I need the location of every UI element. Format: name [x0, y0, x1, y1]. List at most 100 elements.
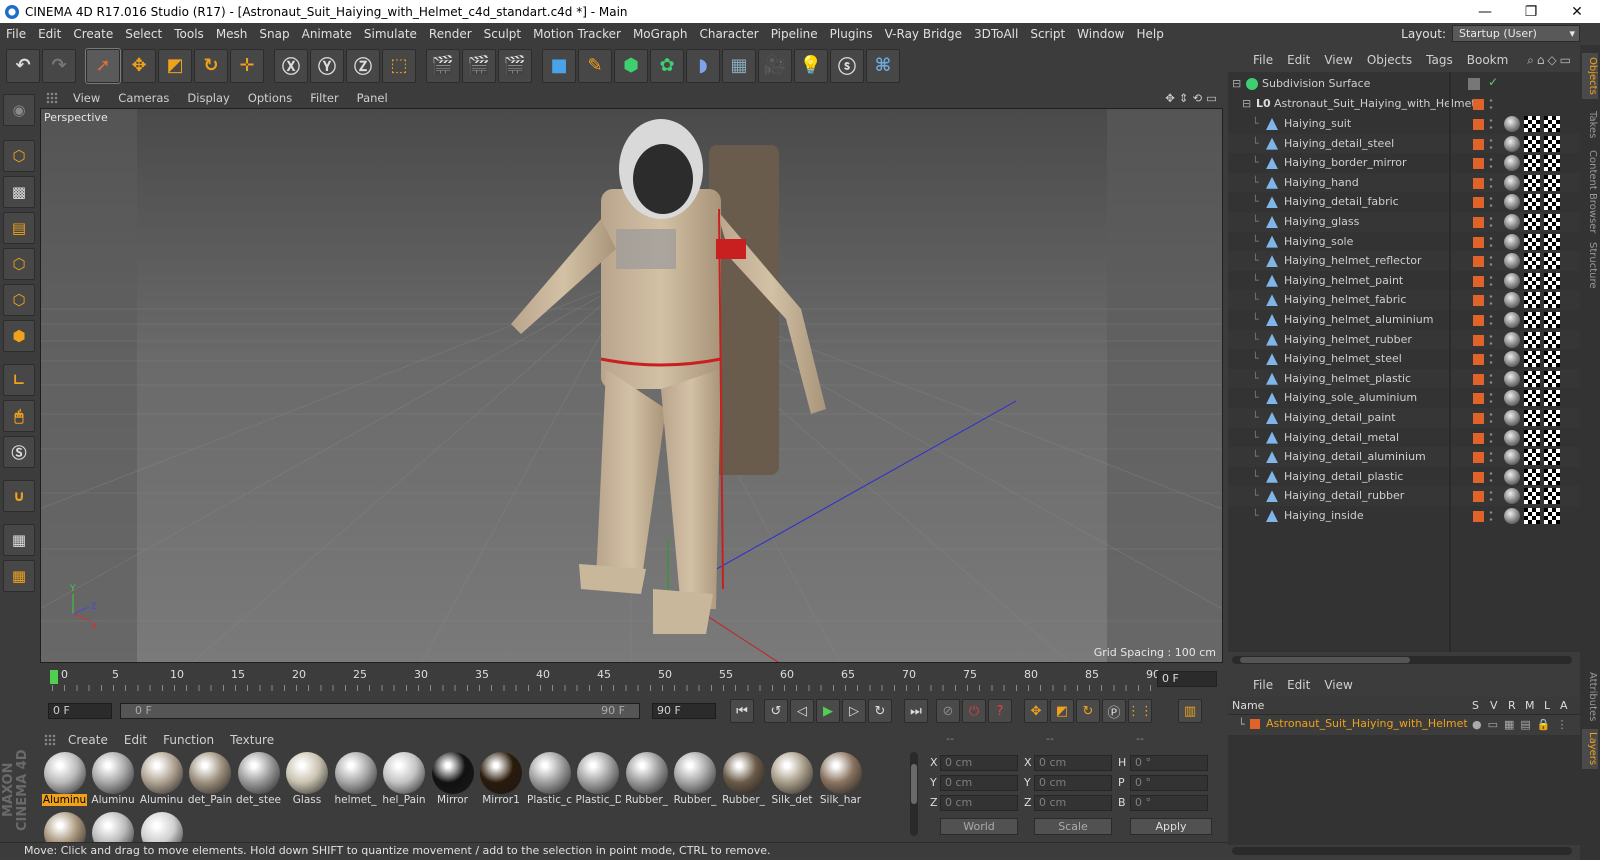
menu-select[interactable]: Select	[119, 27, 168, 41]
uvw-tag-icon[interactable]	[1524, 174, 1540, 191]
layer-col-animation[interactable]: A	[1560, 699, 1568, 712]
layer-color-swatch[interactable]	[1473, 373, 1484, 385]
layer-toggle-icons[interactable]: ●▭▦▤🔒⋮	[1472, 718, 1573, 731]
material-swatch[interactable]: det_Pain	[188, 752, 233, 808]
menu-tools[interactable]: Tools	[168, 27, 210, 41]
texture-tag-icon[interactable]	[1544, 331, 1560, 348]
material-tag-icon[interactable]	[1504, 390, 1520, 407]
layer-color-swatch[interactable]	[1473, 99, 1484, 110]
material-swatch[interactable]: Silk_har	[818, 752, 863, 808]
texture-mode-icon[interactable]: ▩	[3, 176, 35, 208]
cube-object-icon[interactable]: ■	[542, 48, 576, 83]
material-swatch[interactable]: helmet_	[333, 752, 378, 808]
playhead-marker[interactable]	[50, 670, 58, 684]
visibility-dots[interactable]	[1489, 371, 1493, 386]
uvw-tag-icon[interactable]	[1524, 312, 1540, 328]
texture-tag-icon[interactable]	[1544, 370, 1560, 387]
texture-tag-icon[interactable]	[1544, 214, 1560, 230]
material-tag-icon[interactable]	[1504, 312, 1520, 328]
menu-vray-bridge[interactable]: V-Ray Bridge	[879, 27, 968, 41]
uvw-tag-icon[interactable]	[1524, 116, 1540, 132]
material-tag-icon[interactable]	[1504, 488, 1520, 505]
texture-tag-icon[interactable]	[1544, 488, 1560, 505]
perspective-viewport[interactable]: Y X Z Perspective Grid Spacing : 100 cm	[40, 108, 1223, 663]
material-swatch[interactable]: Rubber_	[624, 752, 669, 808]
material-swatch[interactable]: Glass	[285, 752, 330, 808]
key-point-level-icon[interactable]: ⋮⋮	[1127, 699, 1153, 723]
menu-character[interactable]: Character	[693, 27, 764, 41]
menu-render[interactable]: Render	[423, 27, 478, 41]
layer-color-swatch[interactable]	[1473, 432, 1484, 444]
material-menu-create[interactable]: Create	[60, 733, 116, 747]
object-row[interactable]: └ Haiying_helmet_rubber	[1228, 329, 1580, 350]
texture-tag-icon[interactable]	[1544, 292, 1560, 309]
end-frame-field[interactable]: 90 F	[652, 703, 716, 719]
tweak-mode-icon[interactable]: 🖱	[3, 400, 35, 432]
texture-tag-icon[interactable]	[1544, 508, 1560, 524]
pen-spline-icon[interactable]: ✎	[578, 48, 612, 83]
next-key-icon[interactable]: ↻	[868, 699, 892, 723]
visibility-dots[interactable]	[1489, 136, 1493, 151]
locked-workplane-icon[interactable]: ▦	[3, 524, 35, 556]
key-position-icon[interactable]: ✥	[1024, 699, 1048, 723]
checkmark-icon[interactable]: ✓	[1488, 75, 1498, 89]
layer-color-swatch[interactable]	[1473, 275, 1484, 287]
start-frame-field[interactable]: 0 F	[48, 703, 112, 719]
object-row[interactable]: └ Haiying_helmet_reflector	[1228, 251, 1580, 272]
snapping-icon[interactable]: Ⓢ	[3, 436, 35, 468]
visibility-dots[interactable]	[1489, 313, 1493, 327]
scale-tool-icon[interactable]: ◩	[158, 48, 192, 83]
texture-tag-icon[interactable]	[1544, 253, 1560, 270]
uvw-tag-icon[interactable]	[1524, 135, 1540, 152]
visibility-dots[interactable]	[1489, 234, 1493, 249]
layer-col-render[interactable]: R	[1508, 699, 1516, 712]
uvw-tag-icon[interactable]	[1524, 331, 1540, 348]
material-swatch[interactable]: Aluminu	[42, 752, 87, 808]
uvw-tag-icon[interactable]	[1524, 508, 1540, 524]
position-y-field[interactable]: 0 cm	[940, 775, 1018, 791]
render-settings-icon[interactable]: 🎬	[498, 48, 532, 83]
layer-menu-edit[interactable]: Edit	[1280, 678, 1317, 692]
tab-takes[interactable]: Takes	[1582, 105, 1598, 145]
layer-color-swatch[interactable]	[1473, 511, 1484, 522]
minimize-button[interactable]: —	[1462, 4, 1508, 20]
material-tag-icon[interactable]	[1504, 370, 1520, 387]
cloner-icon[interactable]: ✿	[650, 48, 684, 83]
texture-tag-icon[interactable]	[1544, 429, 1560, 446]
live-selection-icon[interactable]: ✛	[230, 48, 264, 83]
uvw-tag-icon[interactable]	[1524, 214, 1540, 230]
uvw-tag-icon[interactable]	[1524, 449, 1540, 466]
viewport-menu-view[interactable]: View	[64, 91, 109, 105]
rotation-p-field[interactable]: 0 °	[1130, 775, 1208, 791]
material-tag-icon[interactable]	[1504, 233, 1520, 250]
object-menu-view[interactable]: View	[1317, 53, 1359, 67]
material-tag-icon[interactable]	[1504, 351, 1520, 368]
object-row[interactable]: └ Haiying_sole_aluminium	[1228, 388, 1580, 409]
material-swatch[interactable]: Mirror1	[479, 752, 524, 808]
material-tag-icon[interactable]	[1504, 174, 1520, 191]
object-menu-bookmarks[interactable]: Bookm	[1460, 53, 1516, 67]
layer-color-swatch[interactable]	[1473, 354, 1484, 366]
light-object-icon[interactable]: 💡	[794, 48, 828, 83]
select-pointer-icon[interactable]: ➚	[85, 47, 121, 84]
layer-color-swatch[interactable]	[1473, 197, 1484, 209]
render-view-icon[interactable]: 🎬	[426, 48, 460, 83]
camera-object-icon[interactable]: 🎥	[758, 48, 792, 83]
material-tag-icon[interactable]	[1504, 253, 1520, 270]
close-button[interactable]: ✕	[1554, 4, 1600, 20]
texture-tag-icon[interactable]	[1544, 194, 1560, 211]
key-scale-icon[interactable]: ◩	[1050, 699, 1074, 723]
object-menu-edit[interactable]: Edit	[1280, 53, 1317, 67]
maximize-button[interactable]: ❐	[1508, 4, 1554, 20]
object-menu-tags[interactable]: Tags	[1419, 53, 1460, 67]
visibility-dots[interactable]	[1489, 430, 1493, 445]
make-editable-icon[interactable]: ◉	[3, 94, 35, 126]
layer-color-swatch[interactable]	[1473, 491, 1484, 503]
key-rotation-icon[interactable]: ↻	[1076, 699, 1100, 723]
axis-mode-icon[interactable]: ∟	[3, 364, 35, 396]
material-menu-edit[interactable]: Edit	[116, 733, 155, 747]
coordinate-system-icon[interactable]: ⬚	[382, 48, 416, 83]
visibility-dots[interactable]	[1489, 411, 1493, 425]
go-to-start-icon[interactable]: ⏮	[730, 699, 754, 723]
object-row[interactable]: └ Haiying_detail_fabric	[1228, 192, 1580, 213]
